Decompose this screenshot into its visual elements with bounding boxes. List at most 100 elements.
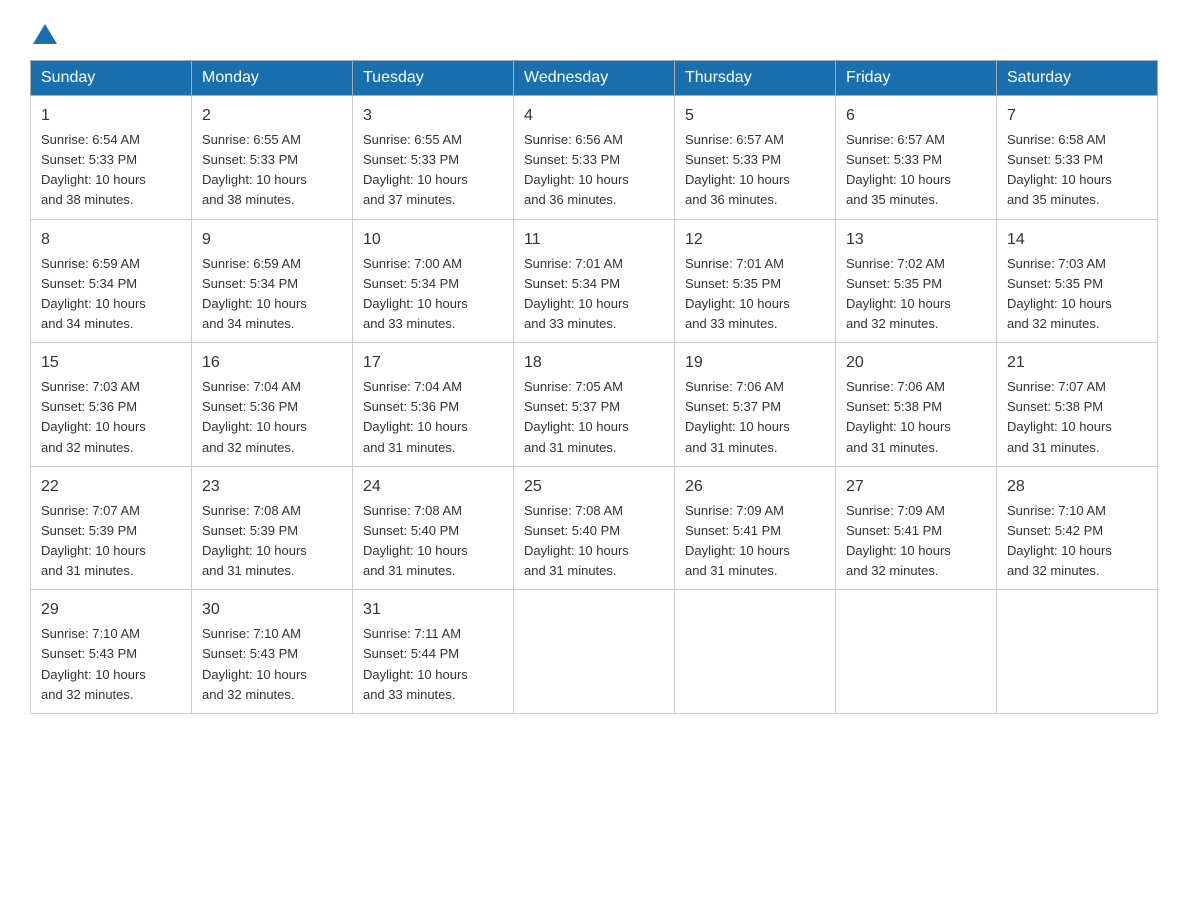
day-number: 1 bbox=[41, 104, 181, 128]
week-row-3: 15 Sunrise: 7:03 AMSunset: 5:36 PMDaylig… bbox=[31, 343, 1158, 467]
day-number: 15 bbox=[41, 351, 181, 375]
day-number: 13 bbox=[846, 228, 986, 252]
day-number: 3 bbox=[363, 104, 503, 128]
day-number: 7 bbox=[1007, 104, 1147, 128]
calendar-cell: 29 Sunrise: 7:10 AMSunset: 5:43 PMDaylig… bbox=[31, 590, 192, 714]
calendar-cell: 27 Sunrise: 7:09 AMSunset: 5:41 PMDaylig… bbox=[836, 466, 997, 590]
day-number: 5 bbox=[685, 104, 825, 128]
day-number: 27 bbox=[846, 475, 986, 499]
day-number: 29 bbox=[41, 598, 181, 622]
calendar-cell: 23 Sunrise: 7:08 AMSunset: 5:39 PMDaylig… bbox=[192, 466, 353, 590]
calendar-cell: 15 Sunrise: 7:03 AMSunset: 5:36 PMDaylig… bbox=[31, 343, 192, 467]
day-info: Sunrise: 7:00 AMSunset: 5:34 PMDaylight:… bbox=[363, 256, 468, 331]
day-info: Sunrise: 6:54 AMSunset: 5:33 PMDaylight:… bbox=[41, 132, 146, 207]
day-number: 31 bbox=[363, 598, 503, 622]
day-number: 18 bbox=[524, 351, 664, 375]
column-header-friday: Friday bbox=[836, 61, 997, 96]
calendar-cell: 9 Sunrise: 6:59 AMSunset: 5:34 PMDayligh… bbox=[192, 219, 353, 343]
day-info: Sunrise: 6:57 AMSunset: 5:33 PMDaylight:… bbox=[685, 132, 790, 207]
page-header bbox=[30, 20, 1158, 40]
calendar-cell: 28 Sunrise: 7:10 AMSunset: 5:42 PMDaylig… bbox=[997, 466, 1158, 590]
day-info: Sunrise: 6:55 AMSunset: 5:33 PMDaylight:… bbox=[363, 132, 468, 207]
calendar-cell: 10 Sunrise: 7:00 AMSunset: 5:34 PMDaylig… bbox=[353, 219, 514, 343]
day-number: 6 bbox=[846, 104, 986, 128]
week-row-5: 29 Sunrise: 7:10 AMSunset: 5:43 PMDaylig… bbox=[31, 590, 1158, 714]
day-number: 4 bbox=[524, 104, 664, 128]
day-info: Sunrise: 6:59 AMSunset: 5:34 PMDaylight:… bbox=[202, 256, 307, 331]
calendar-cell: 6 Sunrise: 6:57 AMSunset: 5:33 PMDayligh… bbox=[836, 96, 997, 220]
day-number: 14 bbox=[1007, 228, 1147, 252]
day-info: Sunrise: 6:58 AMSunset: 5:33 PMDaylight:… bbox=[1007, 132, 1112, 207]
calendar-cell: 1 Sunrise: 6:54 AMSunset: 5:33 PMDayligh… bbox=[31, 96, 192, 220]
day-info: Sunrise: 7:07 AMSunset: 5:38 PMDaylight:… bbox=[1007, 379, 1112, 454]
calendar-cell: 8 Sunrise: 6:59 AMSunset: 5:34 PMDayligh… bbox=[31, 219, 192, 343]
week-row-2: 8 Sunrise: 6:59 AMSunset: 5:34 PMDayligh… bbox=[31, 219, 1158, 343]
day-number: 28 bbox=[1007, 475, 1147, 499]
day-number: 10 bbox=[363, 228, 503, 252]
calendar-cell: 7 Sunrise: 6:58 AMSunset: 5:33 PMDayligh… bbox=[997, 96, 1158, 220]
day-number: 12 bbox=[685, 228, 825, 252]
calendar-cell: 20 Sunrise: 7:06 AMSunset: 5:38 PMDaylig… bbox=[836, 343, 997, 467]
day-number: 20 bbox=[846, 351, 986, 375]
calendar-cell: 19 Sunrise: 7:06 AMSunset: 5:37 PMDaylig… bbox=[675, 343, 836, 467]
day-info: Sunrise: 7:04 AMSunset: 5:36 PMDaylight:… bbox=[202, 379, 307, 454]
day-info: Sunrise: 7:08 AMSunset: 5:39 PMDaylight:… bbox=[202, 503, 307, 578]
column-header-tuesday: Tuesday bbox=[353, 61, 514, 96]
day-number: 30 bbox=[202, 598, 342, 622]
day-info: Sunrise: 7:03 AMSunset: 5:35 PMDaylight:… bbox=[1007, 256, 1112, 331]
day-number: 16 bbox=[202, 351, 342, 375]
day-info: Sunrise: 7:01 AMSunset: 5:34 PMDaylight:… bbox=[524, 256, 629, 331]
calendar-header-row: SundayMondayTuesdayWednesdayThursdayFrid… bbox=[31, 61, 1158, 96]
day-number: 25 bbox=[524, 475, 664, 499]
calendar-cell bbox=[675, 590, 836, 714]
day-number: 2 bbox=[202, 104, 342, 128]
day-info: Sunrise: 7:08 AMSunset: 5:40 PMDaylight:… bbox=[524, 503, 629, 578]
calendar-cell: 18 Sunrise: 7:05 AMSunset: 5:37 PMDaylig… bbox=[514, 343, 675, 467]
day-number: 24 bbox=[363, 475, 503, 499]
week-row-4: 22 Sunrise: 7:07 AMSunset: 5:39 PMDaylig… bbox=[31, 466, 1158, 590]
logo bbox=[30, 20, 60, 40]
column-header-monday: Monday bbox=[192, 61, 353, 96]
day-number: 9 bbox=[202, 228, 342, 252]
calendar-cell: 5 Sunrise: 6:57 AMSunset: 5:33 PMDayligh… bbox=[675, 96, 836, 220]
day-info: Sunrise: 7:09 AMSunset: 5:41 PMDaylight:… bbox=[846, 503, 951, 578]
day-info: Sunrise: 7:04 AMSunset: 5:36 PMDaylight:… bbox=[363, 379, 468, 454]
logo-triangle-icon bbox=[33, 24, 57, 44]
calendar-cell: 13 Sunrise: 7:02 AMSunset: 5:35 PMDaylig… bbox=[836, 219, 997, 343]
calendar-cell: 17 Sunrise: 7:04 AMSunset: 5:36 PMDaylig… bbox=[353, 343, 514, 467]
calendar-cell: 16 Sunrise: 7:04 AMSunset: 5:36 PMDaylig… bbox=[192, 343, 353, 467]
calendar-cell: 26 Sunrise: 7:09 AMSunset: 5:41 PMDaylig… bbox=[675, 466, 836, 590]
day-number: 21 bbox=[1007, 351, 1147, 375]
day-info: Sunrise: 7:10 AMSunset: 5:42 PMDaylight:… bbox=[1007, 503, 1112, 578]
column-header-sunday: Sunday bbox=[31, 61, 192, 96]
column-header-saturday: Saturday bbox=[997, 61, 1158, 96]
day-info: Sunrise: 7:03 AMSunset: 5:36 PMDaylight:… bbox=[41, 379, 146, 454]
calendar-cell: 30 Sunrise: 7:10 AMSunset: 5:43 PMDaylig… bbox=[192, 590, 353, 714]
day-info: Sunrise: 6:56 AMSunset: 5:33 PMDaylight:… bbox=[524, 132, 629, 207]
day-number: 8 bbox=[41, 228, 181, 252]
column-header-wednesday: Wednesday bbox=[514, 61, 675, 96]
day-info: Sunrise: 7:10 AMSunset: 5:43 PMDaylight:… bbox=[41, 626, 146, 701]
day-info: Sunrise: 7:07 AMSunset: 5:39 PMDaylight:… bbox=[41, 503, 146, 578]
calendar-cell: 21 Sunrise: 7:07 AMSunset: 5:38 PMDaylig… bbox=[997, 343, 1158, 467]
day-info: Sunrise: 7:01 AMSunset: 5:35 PMDaylight:… bbox=[685, 256, 790, 331]
calendar-cell: 2 Sunrise: 6:55 AMSunset: 5:33 PMDayligh… bbox=[192, 96, 353, 220]
calendar-cell: 31 Sunrise: 7:11 AMSunset: 5:44 PMDaylig… bbox=[353, 590, 514, 714]
calendar-cell: 24 Sunrise: 7:08 AMSunset: 5:40 PMDaylig… bbox=[353, 466, 514, 590]
day-info: Sunrise: 7:05 AMSunset: 5:37 PMDaylight:… bbox=[524, 379, 629, 454]
day-number: 17 bbox=[363, 351, 503, 375]
calendar-cell bbox=[836, 590, 997, 714]
day-number: 22 bbox=[41, 475, 181, 499]
day-number: 11 bbox=[524, 228, 664, 252]
calendar-cell bbox=[997, 590, 1158, 714]
week-row-1: 1 Sunrise: 6:54 AMSunset: 5:33 PMDayligh… bbox=[31, 96, 1158, 220]
day-info: Sunrise: 7:11 AMSunset: 5:44 PMDaylight:… bbox=[363, 626, 468, 701]
calendar-cell: 12 Sunrise: 7:01 AMSunset: 5:35 PMDaylig… bbox=[675, 219, 836, 343]
day-info: Sunrise: 7:10 AMSunset: 5:43 PMDaylight:… bbox=[202, 626, 307, 701]
day-info: Sunrise: 7:02 AMSunset: 5:35 PMDaylight:… bbox=[846, 256, 951, 331]
calendar-table: SundayMondayTuesdayWednesdayThursdayFrid… bbox=[30, 60, 1158, 714]
day-info: Sunrise: 7:08 AMSunset: 5:40 PMDaylight:… bbox=[363, 503, 468, 578]
day-number: 19 bbox=[685, 351, 825, 375]
calendar-cell: 11 Sunrise: 7:01 AMSunset: 5:34 PMDaylig… bbox=[514, 219, 675, 343]
calendar-cell: 22 Sunrise: 7:07 AMSunset: 5:39 PMDaylig… bbox=[31, 466, 192, 590]
